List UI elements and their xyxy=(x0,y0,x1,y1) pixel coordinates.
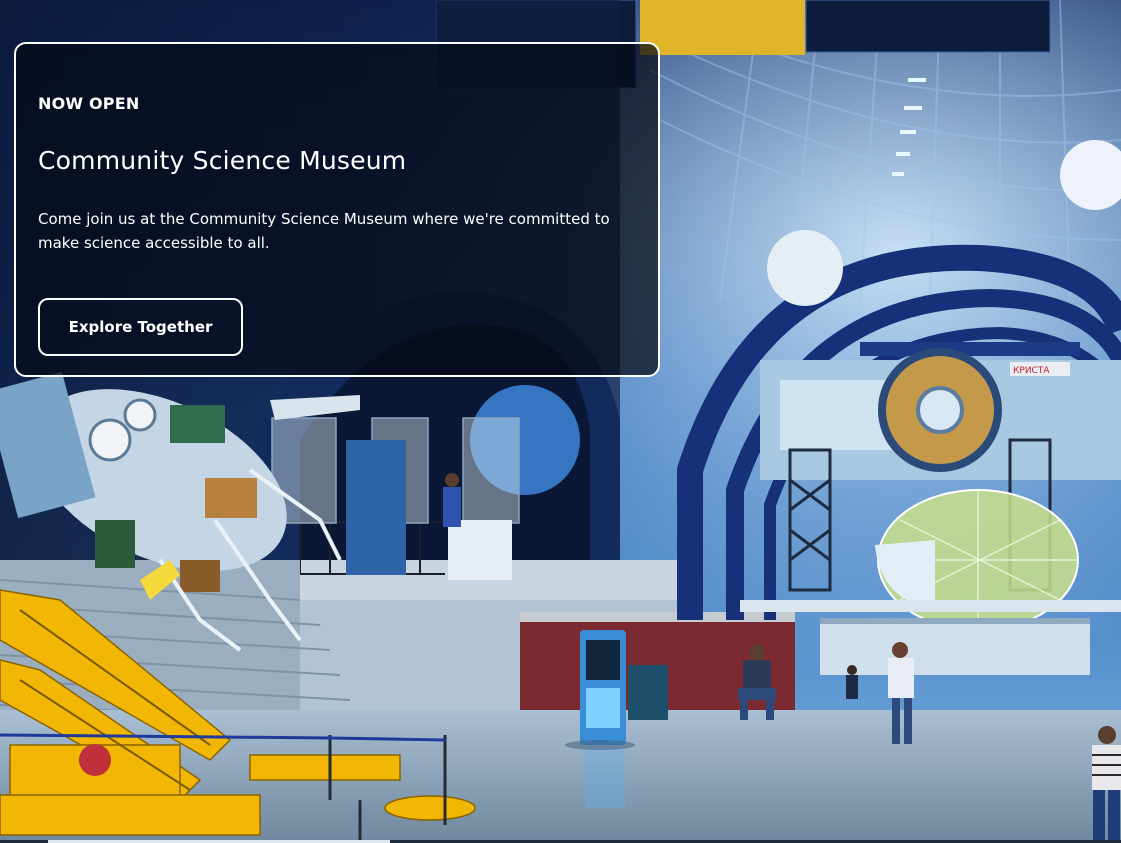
hero-description: Come join us at the Community Science Mu… xyxy=(38,210,610,252)
explore-together-button[interactable]: Explore Together xyxy=(38,298,243,356)
page-title: Community Science Museum xyxy=(38,146,407,175)
now-open-label: NOW OPEN xyxy=(38,94,140,113)
hero-section: КРИСТА NOW OPEN Community Science Museum… xyxy=(0,0,1121,843)
station-sign-text: КРИСТА xyxy=(1013,366,1050,376)
hero-info-card: NOW OPEN Community Science Museum Come j… xyxy=(14,42,660,377)
